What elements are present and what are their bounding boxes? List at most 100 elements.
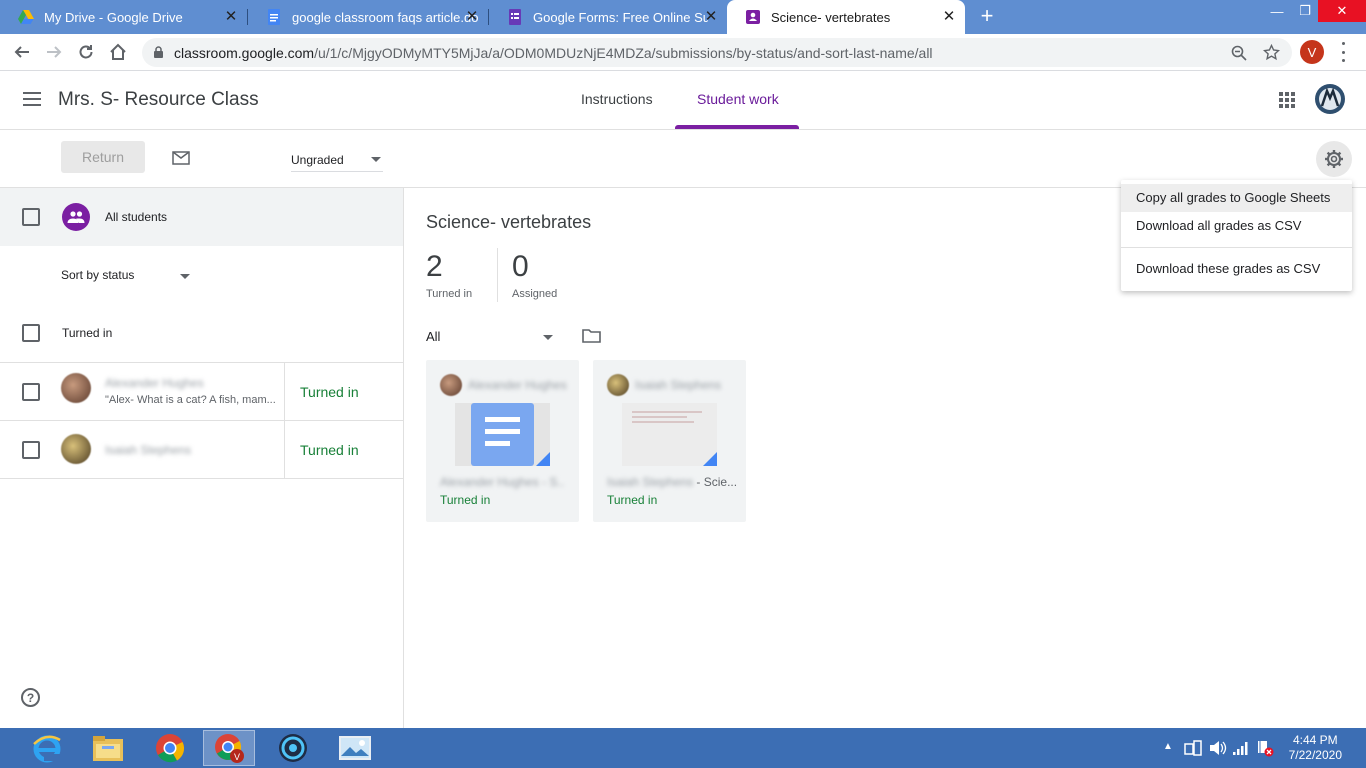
- tab-student-work[interactable]: Student work: [697, 91, 779, 107]
- group-heading: Turned in: [62, 326, 113, 340]
- dropdown-arrow-icon: [543, 335, 553, 340]
- clock-time: 4:44 PM: [1292, 733, 1338, 747]
- hamburger-menu-icon[interactable]: [23, 92, 41, 106]
- file-name-owner: Isaiah Stephens: [607, 475, 694, 489]
- status-badge: Turned in: [607, 493, 658, 507]
- status-badge: Turned in: [300, 442, 359, 458]
- menu-item-copy-to-sheets[interactable]: Copy all grades to Google Sheets: [1121, 184, 1352, 212]
- menu-item-download-all-csv[interactable]: Download all grades as CSV: [1121, 212, 1352, 240]
- submission-filter-select[interactable]: All: [426, 327, 554, 347]
- avatar: [440, 374, 462, 396]
- tab-science-vertebrates[interactable]: Science- vertebrates ✕: [727, 0, 965, 34]
- folder-icon[interactable]: [582, 328, 601, 343]
- student-name: Alexander Hughes: [105, 376, 204, 390]
- chrome-icon[interactable]: [145, 730, 195, 766]
- google-docs-icon: [268, 9, 280, 25]
- tab-title: Science- vertebrates: [771, 9, 891, 25]
- tab-google-docs[interactable]: google classroom faqs article.do ✕: [248, 0, 488, 34]
- divider: [497, 248, 498, 302]
- network-signal-icon[interactable]: [1232, 740, 1250, 756]
- profile-avatar[interactable]: V: [1300, 40, 1324, 64]
- dropdown-arrow-icon: [180, 274, 190, 279]
- avatar: [607, 374, 629, 396]
- assignment-title: Science- vertebrates: [426, 212, 592, 232]
- reload-button[interactable]: [75, 41, 97, 63]
- browser-toolbar: classroom.google.com/u/1/c/MjgyODMyMTY5M…: [0, 34, 1366, 71]
- home-button[interactable]: [107, 41, 129, 63]
- turned-in-count: 2: [426, 250, 443, 283]
- volume-icon[interactable]: [1209, 740, 1227, 756]
- action-center-icon[interactable]: [1184, 740, 1202, 756]
- status-badge: Turned in: [300, 384, 359, 400]
- return-button[interactable]: Return: [61, 141, 145, 173]
- submission-card[interactable]: Alexander Hughes Alexander Hughes - S...…: [426, 360, 579, 522]
- zoom-icon[interactable]: [1231, 45, 1247, 61]
- active-tab-indicator: [675, 125, 799, 129]
- student-checkbox[interactable]: [22, 441, 40, 459]
- url-domain: classroom.google.com: [174, 45, 315, 61]
- reload-icon: [79, 45, 93, 59]
- tab-google-drive[interactable]: My Drive - Google Drive ✕: [0, 0, 247, 34]
- photo-viewer-icon[interactable]: [330, 730, 380, 766]
- group-checkbox[interactable]: [22, 324, 40, 342]
- all-students-checkbox[interactable]: [22, 208, 40, 226]
- back-button[interactable]: [11, 41, 33, 63]
- apps-grid-icon[interactable]: [1279, 92, 1295, 108]
- close-tab-icon[interactable]: ✕: [703, 9, 719, 25]
- windows-taskbar: V ▲ 4:44 PM 7/22/2020: [0, 728, 1366, 768]
- file-name: Isaiah Stephens - Scie...: [607, 475, 737, 489]
- student-row[interactable]: Alexander Hughes "Alex- What is a cat? A…: [0, 363, 403, 421]
- address-bar[interactable]: classroom.google.com/u/1/c/MjgyODMyMTY5M…: [142, 38, 1292, 67]
- avatar: [61, 434, 91, 464]
- email-icon[interactable]: [172, 151, 190, 165]
- svg-text:V: V: [234, 752, 240, 762]
- student-row[interactable]: Isaiah Stephens Turned in: [0, 421, 403, 479]
- avatar: [61, 373, 91, 403]
- divider: [284, 421, 285, 479]
- class-title[interactable]: Mrs. S- Resource Class: [58, 89, 259, 111]
- system-clock[interactable]: 4:44 PM 7/22/2020: [1289, 733, 1342, 763]
- document-thumbnail[interactable]: [622, 403, 717, 466]
- internet-explorer-icon[interactable]: [22, 730, 72, 766]
- student-name: Alexander Hughes: [468, 378, 567, 392]
- clock-date: 7/22/2020: [1288, 748, 1342, 762]
- tab-instructions[interactable]: Instructions: [581, 91, 653, 107]
- all-students-row[interactable]: All students: [0, 188, 403, 246]
- show-hidden-icons-icon[interactable]: ▲: [1163, 741, 1173, 752]
- submission-filter-value: All: [426, 329, 441, 344]
- assigned-label: Assigned: [512, 288, 558, 300]
- close-tab-icon[interactable]: ✕: [941, 9, 957, 25]
- tab-title: google classroom faqs article.do: [292, 9, 479, 25]
- student-name: Isaiah Stephens: [105, 443, 192, 457]
- google-classroom-icon: [746, 10, 760, 24]
- new-tab-button[interactable]: +: [977, 5, 997, 27]
- close-window-button[interactable]: ✕: [1318, 0, 1366, 22]
- browser-tab-strip: My Drive - Google Drive ✕ google classro…: [0, 0, 1366, 34]
- settings-button[interactable]: [1316, 141, 1352, 177]
- browser-menu-icon[interactable]: [1340, 42, 1346, 62]
- tab-title: Google Forms: Free Online Surve: [533, 9, 708, 25]
- status-badge: Turned in: [440, 493, 491, 507]
- tab-google-forms[interactable]: Google Forms: Free Online Surve ✕: [489, 0, 727, 34]
- close-tab-icon[interactable]: ✕: [464, 9, 480, 25]
- file-explorer-icon[interactable]: [83, 730, 133, 766]
- close-tab-icon[interactable]: ✕: [223, 9, 239, 25]
- media-player-icon[interactable]: [268, 730, 318, 766]
- security-alert-icon[interactable]: [1256, 739, 1274, 757]
- student-checkbox[interactable]: [22, 383, 40, 401]
- google-forms-icon: [509, 9, 521, 25]
- document-thumbnail[interactable]: [455, 403, 550, 466]
- account-avatar[interactable]: [1315, 84, 1345, 114]
- minimize-button[interactable]: —: [1262, 0, 1292, 22]
- forward-button[interactable]: [43, 41, 65, 63]
- help-icon[interactable]: ?: [21, 688, 40, 707]
- star-icon[interactable]: [1263, 44, 1280, 61]
- grade-filter-select[interactable]: Ungraded: [291, 148, 383, 172]
- student-name: Isaiah Stephens: [635, 378, 722, 392]
- menu-item-download-these-csv[interactable]: Download these grades as CSV: [1121, 255, 1352, 283]
- url-text: classroom.google.com/u/1/c/MjgyODMyMTY5M…: [174, 45, 933, 61]
- chrome-profile-app-icon[interactable]: V: [203, 730, 255, 766]
- submission-card[interactable]: Isaiah Stephens Isaiah Stephens - Scie..…: [593, 360, 746, 522]
- restore-button[interactable]: ❐: [1292, 0, 1318, 22]
- sort-select[interactable]: Sort by status: [61, 267, 191, 287]
